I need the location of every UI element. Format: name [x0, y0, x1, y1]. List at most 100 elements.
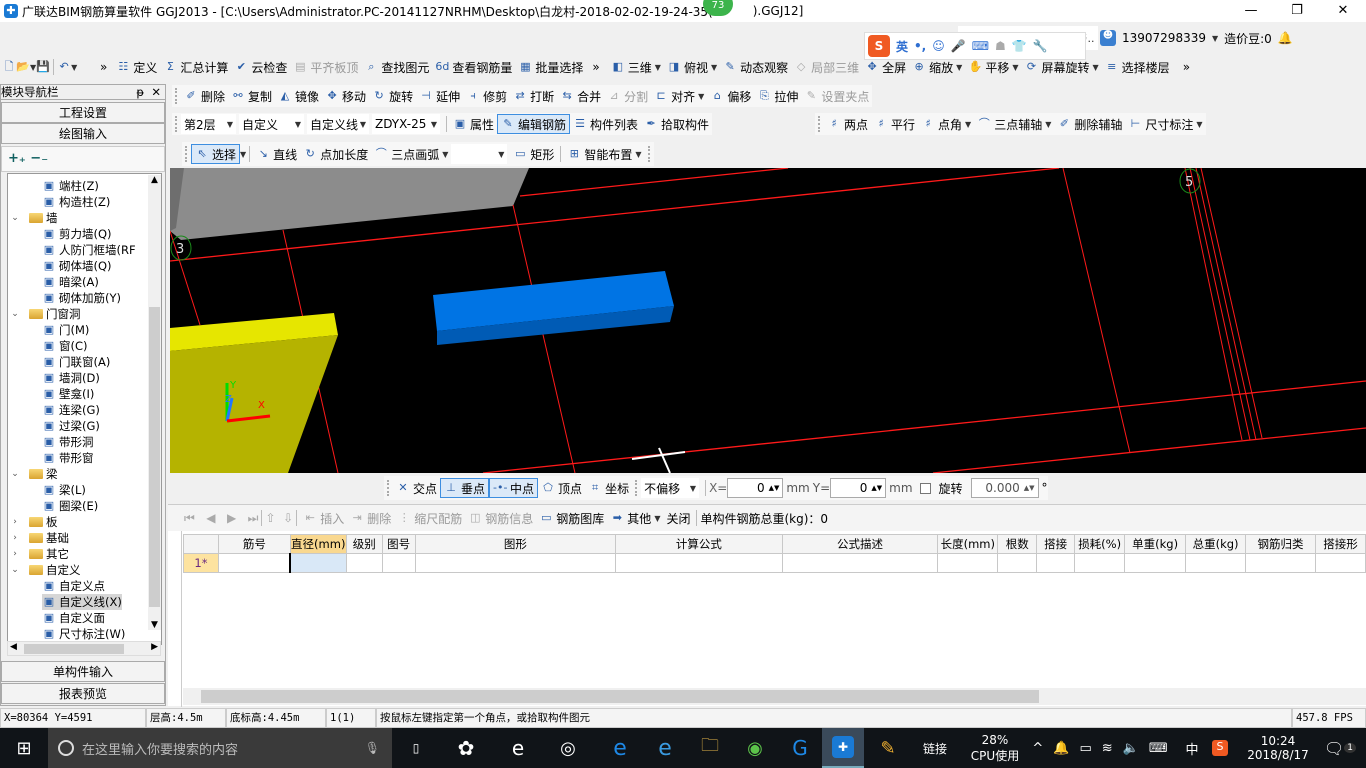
- dropdown-arrow-icon[interactable]: ▼: [442, 150, 448, 159]
- tree-item[interactable]: ▣ 壁龛(I): [42, 386, 95, 402]
- column-header[interactable]: 公式描述: [781, 534, 939, 554]
- copy-button[interactable]: ⚯ 复制: [228, 86, 275, 106]
- zoom-button[interactable]: ⊕ 缩放 ▼: [909, 57, 965, 77]
- pan-hand-button[interactable]: ✋ 平移 ▼: [965, 57, 1021, 77]
- edit-rebar-button[interactable]: ✎ 编辑钢筋: [497, 114, 571, 134]
- first-record-icon[interactable]: ⏮: [184, 511, 195, 526]
- fan-app-icon[interactable]: ✿: [446, 728, 486, 768]
- cloud-check-button[interactable]: ✔ 云检查: [231, 57, 290, 77]
- table-cell[interactable]: [381, 553, 416, 573]
- tab-report-preview[interactable]: 报表预览: [1, 683, 165, 704]
- trim-button[interactable]: ⫞ 修剪: [463, 86, 510, 106]
- last-record-icon[interactable]: ⏭: [248, 511, 259, 526]
- rotate-checkbox[interactable]: [919, 482, 931, 494]
- column-header[interactable]: 根数: [997, 534, 1038, 554]
- chevron-down-icon[interactable]: ⌄: [10, 469, 20, 479]
- delete-row-button[interactable]: ⇥ 删除: [347, 508, 394, 528]
- move-button[interactable]: ✥ 移动: [322, 86, 369, 106]
- tree-item[interactable]: ▣ 端柱(Z): [42, 178, 99, 194]
- emoji-icon[interactable]: ☺: [932, 39, 945, 53]
- tree-item[interactable]: ▣ 过梁(G): [42, 418, 100, 434]
- tree-item[interactable]: ▣ 墙洞(D): [42, 370, 100, 386]
- column-header[interactable]: 图号: [381, 534, 416, 554]
- close-icon[interactable]: ✕: [151, 85, 161, 99]
- tree-item[interactable]: ▣ 带形窗: [42, 450, 94, 466]
- delete-axis-button[interactable]: ✐ 删除辅轴: [1054, 114, 1125, 134]
- overflow-icon[interactable]: »: [592, 60, 599, 74]
- table-cell[interactable]: [289, 553, 347, 573]
- minimize-button[interactable]: —: [1228, 0, 1274, 22]
- tree-item[interactable]: ▣ 剪力墙(Q): [42, 226, 112, 242]
- midpoint-button[interactable]: -•- 中点: [489, 478, 539, 498]
- rebar-library-button[interactable]: ▭ 钢筋图库: [536, 508, 607, 528]
- chevron-right-icon[interactable]: ›: [10, 533, 20, 543]
- tree-item[interactable]: ▣ 自定义面: [42, 610, 105, 626]
- new-file-icon[interactable]: 🗋: [2, 60, 16, 74]
- search-box[interactable]: 在这里输入你要搜索的内容 🎙: [48, 728, 392, 768]
- link-label[interactable]: 链接: [915, 728, 955, 768]
- arc-button[interactable]: ⌒ 三点画弧 ▼: [371, 144, 451, 164]
- smart-layout-button[interactable]: ⊞ 智能布置 ▼: [564, 144, 644, 164]
- account-dropdown-icon[interactable]: ▼: [1212, 34, 1218, 43]
- dimension-button[interactable]: ⊢ 尺寸标注 ▼: [1125, 114, 1205, 134]
- edge-icon[interactable]: e: [600, 728, 640, 768]
- 360-browser-icon[interactable]: ◉: [735, 728, 775, 768]
- table-cell[interactable]: [615, 553, 783, 573]
- system-tray[interactable]: ^ 🔔 ▭ ≋ 🔈 ⌨: [1030, 728, 1170, 768]
- column-header[interactable]: 直径(mm): [289, 534, 347, 554]
- dropdown-arrow-icon[interactable]: ▼: [1045, 120, 1051, 129]
- rotate-button[interactable]: ↻ 旋转: [369, 86, 416, 106]
- glodon-g-icon[interactable]: G: [780, 728, 820, 768]
- tab-drawing-input[interactable]: 绘图输入: [1, 123, 165, 144]
- column-header[interactable]: 筋号: [217, 534, 291, 554]
- table-cell[interactable]: [781, 553, 939, 573]
- tree-folder[interactable]: › 其它: [10, 546, 69, 562]
- stretch-button[interactable]: ⎘ 拉伸: [754, 86, 801, 106]
- dropdown-arrow-icon[interactable]: ▼: [654, 514, 660, 523]
- viewport-drawing[interactable]: 3 5 Y Z X: [169, 167, 1366, 474]
- merge-button[interactable]: ⇆ 合并: [557, 86, 604, 106]
- next-record-icon[interactable]: ▶: [227, 511, 236, 525]
- file-explorer-icon[interactable]: 🗀: [690, 728, 730, 768]
- overflow-icon[interactable]: »: [1183, 60, 1190, 74]
- break-button[interactable]: ⇄ 打断: [510, 86, 557, 106]
- tree-item[interactable]: ▣ 人防门框墙(RF: [42, 242, 136, 258]
- scale-rebar-button[interactable]: ⋮ 缩尺配筋: [394, 508, 465, 528]
- chevron-down-icon[interactable]: ⌄: [10, 565, 20, 575]
- tree-item[interactable]: ▣ 门联窗(A): [42, 354, 111, 370]
- extend-button[interactable]: ⊣ 延伸: [416, 86, 463, 106]
- scroll-thumb[interactable]: [201, 690, 1039, 703]
- tree-item[interactable]: ▣ 带形洞: [42, 434, 94, 450]
- intersection-button[interactable]: ✕ 交点: [393, 478, 440, 498]
- task-view-icon[interactable]: ▯: [398, 728, 434, 768]
- select-floor-button[interactable]: ≡ 选择楼层: [1102, 57, 1173, 77]
- grip-point-button[interactable]: ✎ 设置夹点: [801, 86, 872, 106]
- table-cell[interactable]: [1124, 553, 1187, 573]
- table-cell[interactable]: [1074, 553, 1126, 573]
- tree-vertical-scrollbar[interactable]: ▲ ▼: [148, 175, 161, 630]
- align-button[interactable]: ⊏ 对齐 ▼: [651, 86, 707, 106]
- fullscreen-button[interactable]: ✥ 全屏: [862, 57, 909, 77]
- column-header[interactable]: [183, 534, 219, 554]
- undo-icon[interactable]: ↶: [57, 60, 71, 74]
- column-header[interactable]: 搭接形: [1314, 534, 1366, 554]
- dropdown-arrow-icon[interactable]: ▼: [698, 92, 704, 101]
- eraser-button[interactable]: ✐ 删除: [181, 86, 228, 106]
- collapse-all-icon[interactable]: −₋: [30, 151, 48, 166]
- rebar-info-button[interactable]: ◫ 钢筋信息: [465, 508, 536, 528]
- table-horizontal-scrollbar[interactable]: [183, 688, 1366, 705]
- tree-item[interactable]: ▣ 梁(L): [42, 482, 86, 498]
- punctuation-icon[interactable]: •,: [914, 39, 926, 53]
- coordinate-button[interactable]: ⌗ 坐标: [585, 478, 632, 498]
- offset-button[interactable]: ⌂ 偏移: [707, 86, 754, 106]
- parallel-axis-button[interactable]: ♯ 平行: [871, 114, 918, 134]
- arc-option-select[interactable]: ▼: [451, 144, 508, 164]
- component-list-button[interactable]: ☰ 构件列表: [570, 114, 641, 134]
- rotate-input[interactable]: 0.000 ▲▼: [970, 478, 1039, 498]
- open-folder-icon[interactable]: 📂: [16, 60, 30, 74]
- tree-folder[interactable]: ⌄ 梁: [10, 466, 57, 482]
- y-input[interactable]: 0 ▲▼: [830, 478, 887, 498]
- dropdown-arrow-icon[interactable]: ▼: [655, 63, 661, 72]
- tree-item[interactable]: ▣ 窗(C): [42, 338, 88, 354]
- input-language[interactable]: 中: [1180, 728, 1204, 768]
